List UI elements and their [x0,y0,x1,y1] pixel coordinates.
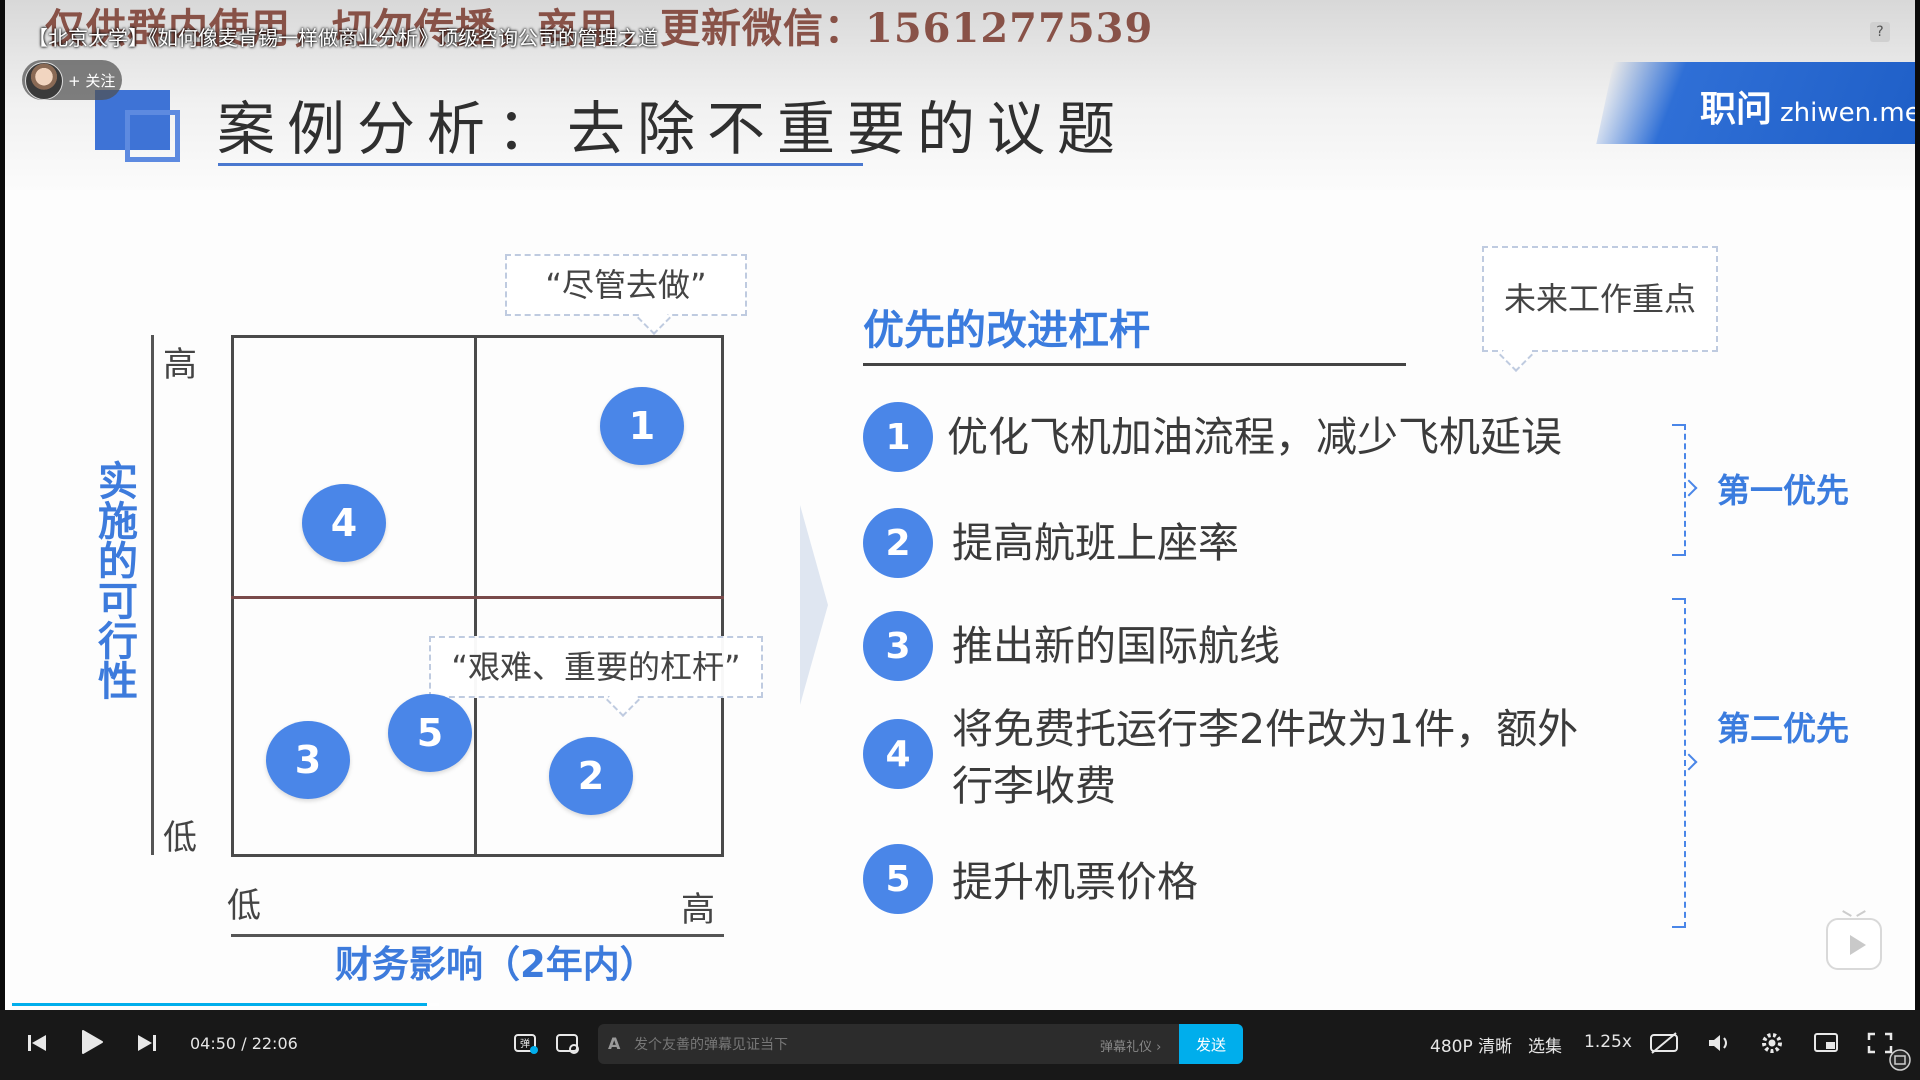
quality-selector[interactable]: 480P 清晰 [1430,1032,1512,1057]
lever-text-2: 提高航班上座率 [952,519,1239,567]
svg-text:弹: 弹 [520,1037,530,1050]
subtitle-off-icon[interactable] [1649,1031,1681,1055]
matrix-bubble-5: 5 [388,694,472,772]
playback-speed[interactable]: 1.25x [1584,1032,1632,1052]
help-icon[interactable]: ? [1870,22,1890,42]
lever-badge-5: 5 [863,844,933,914]
lever-text-1: 优化飞机加油流程，减少飞机延误 [947,413,1562,461]
matrix-bubble-1: 1 [600,387,684,465]
uploader-avatar[interactable] [25,62,63,100]
y-axis-low-label: 低 [163,818,197,858]
danmaku-etiquette-link[interactable]: 弹幕礼仪 › [1100,1036,1161,1055]
callout-tail [1499,338,1533,372]
pip-icon[interactable] [1813,1031,1841,1055]
matrix-bubble-4: 4 [302,484,386,562]
playback-time: 04:50 / 22:06 [190,1034,298,1053]
callout-future-focus: 未来工作重点 [1482,246,1718,372]
x-axis-low-label: 低 [227,886,261,926]
levers-title: 优先的改进杠杆 [863,306,1150,354]
callout-tail [637,301,671,335]
brand-main: 职问 [1700,89,1773,130]
y-axis-line [151,335,154,855]
episodes-button[interactable]: 选集 [1528,1032,1562,1057]
progress-played [12,1003,428,1006]
progress-buffered [427,1003,439,1006]
settings-gear-icon[interactable] [1759,1030,1785,1056]
play-icon[interactable] [80,1029,104,1055]
y-axis-high-label: 高 [163,345,197,385]
lever-text-5: 提升机票价格 [952,858,1198,906]
matrix-horizontal-divider [231,596,724,599]
callout-hard-lever: “艰难、重要的杠杆” [429,636,763,717]
total-duration: 22:06 [251,1034,298,1053]
lever-badge-3: 3 [863,611,933,681]
previous-icon[interactable] [26,1033,48,1053]
time-separator: / [241,1034,247,1053]
volume-icon[interactable] [1706,1031,1734,1055]
send-danmaku-button[interactable]: 发送 [1179,1024,1243,1064]
callout-future-focus-text: 未来工作重点 [1503,280,1696,318]
mini-window-icon[interactable] [1888,1048,1912,1072]
lever-badge-2: 2 [863,508,933,578]
levers-underline [863,363,1406,366]
callout-hard-lever-text: “艰难、重要的杠杆” [451,648,741,686]
lever-badge-1: 1 [863,402,933,472]
video-frame[interactable]: 仅供群内使用，切勿传播，商用，更新微信：1561277539 案例分析：去除不重… [5,0,1915,1010]
next-icon[interactable] [136,1033,158,1053]
arrow-chevron-icon [800,505,828,705]
slide-logo-outline-square [125,110,180,162]
lever-badge-4: 4 [863,719,933,789]
current-time: 04:50 [190,1034,237,1053]
progress-bar[interactable] [12,1003,1908,1006]
matrix-bubble-3: 3 [266,721,350,799]
video-title: 【北京大学】《如何像麦肯锡一样做商业分析》顶级咨询公司的管理之道 [28,26,658,50]
first-priority-label: 第一优先 [1717,471,1849,510]
danmaku-input[interactable] [632,1027,1076,1063]
brand-logo: 职问 zhiwen.me [1700,80,1915,132]
lever-text-4-line2: 行李收费 [952,762,1116,810]
brand-sub: zhiwen.me [1780,98,1915,128]
danmaku-style-icon[interactable]: A [608,1034,620,1053]
x-axis-high-label: 高 [681,890,715,930]
title-underline [218,163,863,166]
callout-just-do-it: “尽管去做” [505,254,747,335]
danmaku-settings-icon[interactable] [555,1033,581,1055]
y-axis-title: 实施的可行性 [98,459,138,705]
matrix-bubble-2: 2 [549,737,633,815]
lever-text-3: 推出新的国际航线 [952,622,1280,670]
slide-title: 案例分析：去除不重要的议题 [217,95,1128,163]
mini-player-play-icon[interactable] [1826,918,1882,970]
second-priority-label: 第二优先 [1717,709,1849,748]
danmaku-toggle-icon[interactable]: 弹 [513,1033,539,1055]
x-axis-title: 财务影响（2年内） [335,943,657,986]
lever-text-4-line1: 将免费托运行李2件改为1件，额外 [952,705,1579,753]
callout-just-do-it-text: “尽管去做” [545,266,707,304]
follow-label[interactable]: + 关注 [68,70,115,91]
video-player[interactable]: 仅供群内使用，切勿传播，商用，更新微信：1561277539 案例分析：去除不重… [0,0,1920,1080]
